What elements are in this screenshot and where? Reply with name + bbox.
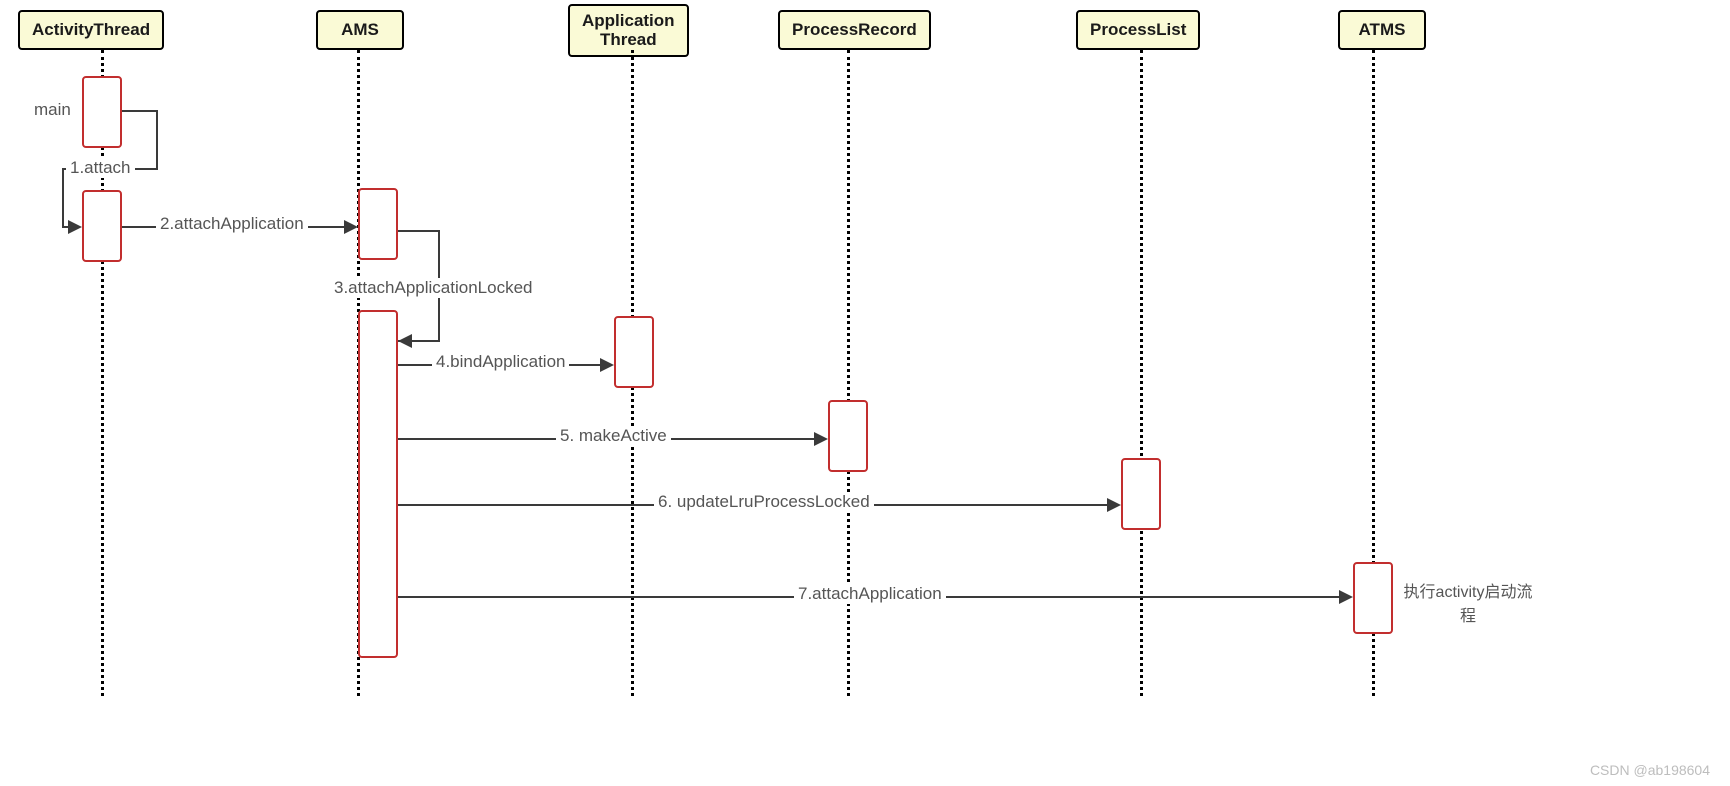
- watermark: CSDN @ab198604: [1590, 762, 1710, 778]
- participant-processlist: ProcessList: [1076, 10, 1200, 50]
- arrow-attachapp: [344, 220, 358, 234]
- arrow-attach-atms: [1339, 590, 1353, 604]
- participant-atms: ATMS: [1338, 10, 1426, 50]
- seg-attach-top: [122, 110, 158, 112]
- activation-ams-attachapp: [358, 188, 398, 260]
- seg-attach-left: [62, 168, 64, 226]
- participant-ams: AMS: [316, 10, 404, 50]
- arrow-attach: [68, 220, 82, 234]
- arrow-makeactive: [814, 432, 828, 446]
- participant-applicationthread: ApplicationThread: [568, 4, 689, 57]
- arrow-bind: [600, 358, 614, 372]
- label-attach: 1.attach: [66, 158, 135, 178]
- arrow-locked: [398, 334, 412, 348]
- label-updatelru: 6. updateLruProcessLocked: [654, 492, 874, 512]
- activation-ams-locked: [358, 310, 398, 658]
- lifeline-processlist: [1140, 50, 1143, 696]
- arrow-updatelru: [1107, 498, 1121, 512]
- participant-activitythread: ActivityThread: [18, 10, 164, 50]
- activation-activitythread-main: [82, 76, 122, 148]
- seg-attach-right: [156, 110, 158, 168]
- activation-applicationthread: [614, 316, 654, 388]
- label-bind: 4.bindApplication: [432, 352, 569, 372]
- note-atms: 执行activity启动流程: [1398, 578, 1538, 626]
- sequence-diagram: ActivityThread AMS ApplicationThread Pro…: [0, 0, 1730, 786]
- activation-processrecord: [828, 400, 868, 472]
- label-main: main: [30, 100, 75, 120]
- participant-applicationthread-label: ApplicationThread: [582, 11, 675, 49]
- label-locked: 3.attachApplicationLocked: [330, 278, 536, 298]
- seg-locked-top: [398, 230, 440, 232]
- activation-activitythread-attach: [82, 190, 122, 262]
- participant-processrecord: ProcessRecord: [778, 10, 931, 50]
- label-attach-atms: 7.attachApplication: [794, 584, 946, 604]
- activation-atms: [1353, 562, 1393, 634]
- activation-processlist: [1121, 458, 1161, 530]
- label-attachapp: 2.attachApplication: [156, 214, 308, 234]
- label-makeactive: 5. makeActive: [556, 426, 671, 446]
